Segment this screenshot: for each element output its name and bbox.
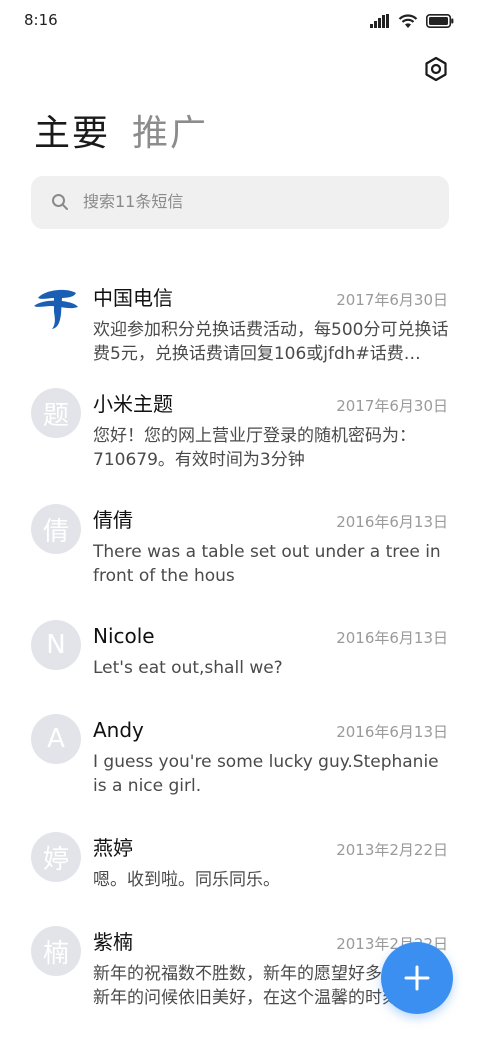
avatar: A bbox=[31, 714, 81, 764]
tab-primary[interactable]: 主要 bbox=[34, 110, 110, 158]
compose-button[interactable] bbox=[381, 942, 453, 1014]
battery-icon bbox=[426, 14, 454, 28]
message-date: 2016年6月13日 bbox=[336, 629, 448, 647]
message-preview: There was a table set out under a tree i… bbox=[93, 542, 441, 586]
avatar: N bbox=[31, 620, 81, 670]
message-date: 2017年6月30日 bbox=[336, 291, 448, 309]
avatar: 楠 bbox=[31, 926, 81, 976]
message-row[interactable]: 婷 燕婷 2013年2月22日 嗯。收到啦。同乐同乐。 bbox=[0, 830, 480, 910]
avatar: 倩 bbox=[31, 504, 81, 554]
tab-promotions[interactable]: 推广 bbox=[132, 110, 208, 158]
status-time: 8:16 bbox=[24, 11, 58, 29]
wifi-icon bbox=[398, 13, 418, 29]
contact-name: 中国电信 bbox=[93, 286, 173, 310]
message-row[interactable]: 中国电信 2017年6月30日 欢迎参加积分兑换话费活动，每500分可兑换话费5… bbox=[0, 270, 480, 370]
contact-name: 倩倩 bbox=[93, 508, 133, 532]
contact-name: 紫楠 bbox=[93, 930, 133, 954]
settings-icon bbox=[425, 56, 447, 82]
message-preview: 您好！您的网上营业厅登录的随机密码为：710679。有效时间为3分钟 bbox=[93, 426, 416, 470]
status-icons bbox=[370, 12, 454, 30]
message-preview: Let's eat out,shall we? bbox=[93, 658, 283, 678]
message-preview: 欢迎参加积分兑换话费活动，每500分可兑换话费5元，兑换话费请回复106或jfd… bbox=[93, 320, 449, 364]
message-preview: 嗯。收到啦。同乐同乐。 bbox=[93, 870, 280, 890]
plus-icon bbox=[404, 965, 430, 991]
china-telecom-logo bbox=[31, 282, 81, 332]
signal-icon bbox=[370, 14, 390, 28]
search-input[interactable]: 搜索11条短信 bbox=[31, 176, 449, 229]
avatar: 题 bbox=[31, 388, 81, 438]
settings-button[interactable] bbox=[422, 55, 450, 83]
message-date: 2017年6月30日 bbox=[336, 397, 448, 415]
messages-screen: 8:16 主要 推广 搜索11条短信 中国电信 2017年6月30日 欢迎参加积… bbox=[0, 0, 480, 1040]
contact-name: Andy bbox=[93, 718, 144, 742]
message-row[interactable]: N Nicole 2016年6月13日 Let's eat out,shall … bbox=[0, 618, 480, 698]
message-date: 2013年2月22日 bbox=[336, 841, 448, 859]
search-icon bbox=[51, 193, 69, 215]
contact-name: Nicole bbox=[93, 624, 155, 648]
message-row[interactable]: 倩 倩倩 2016年6月13日 There was a table set ou… bbox=[0, 502, 480, 602]
message-row[interactable]: 题 小米主题 2017年6月30日 您好！您的网上营业厅登录的随机密码为：710… bbox=[0, 386, 480, 486]
message-preview: I guess you're some lucky guy.Stephanie … bbox=[93, 752, 439, 796]
message-date: 2016年6月13日 bbox=[336, 723, 448, 741]
message-row[interactable]: A Andy 2016年6月13日 I guess you're some lu… bbox=[0, 712, 480, 812]
search-placeholder: 搜索11条短信 bbox=[83, 192, 184, 211]
contact-name: 小米主题 bbox=[93, 392, 173, 416]
message-date: 2016年6月13日 bbox=[336, 513, 448, 531]
tab-bar: 主要 推广 bbox=[34, 110, 208, 158]
contact-name: 燕婷 bbox=[93, 836, 133, 860]
status-bar: 8:16 bbox=[0, 0, 480, 42]
avatar: 婷 bbox=[31, 832, 81, 882]
